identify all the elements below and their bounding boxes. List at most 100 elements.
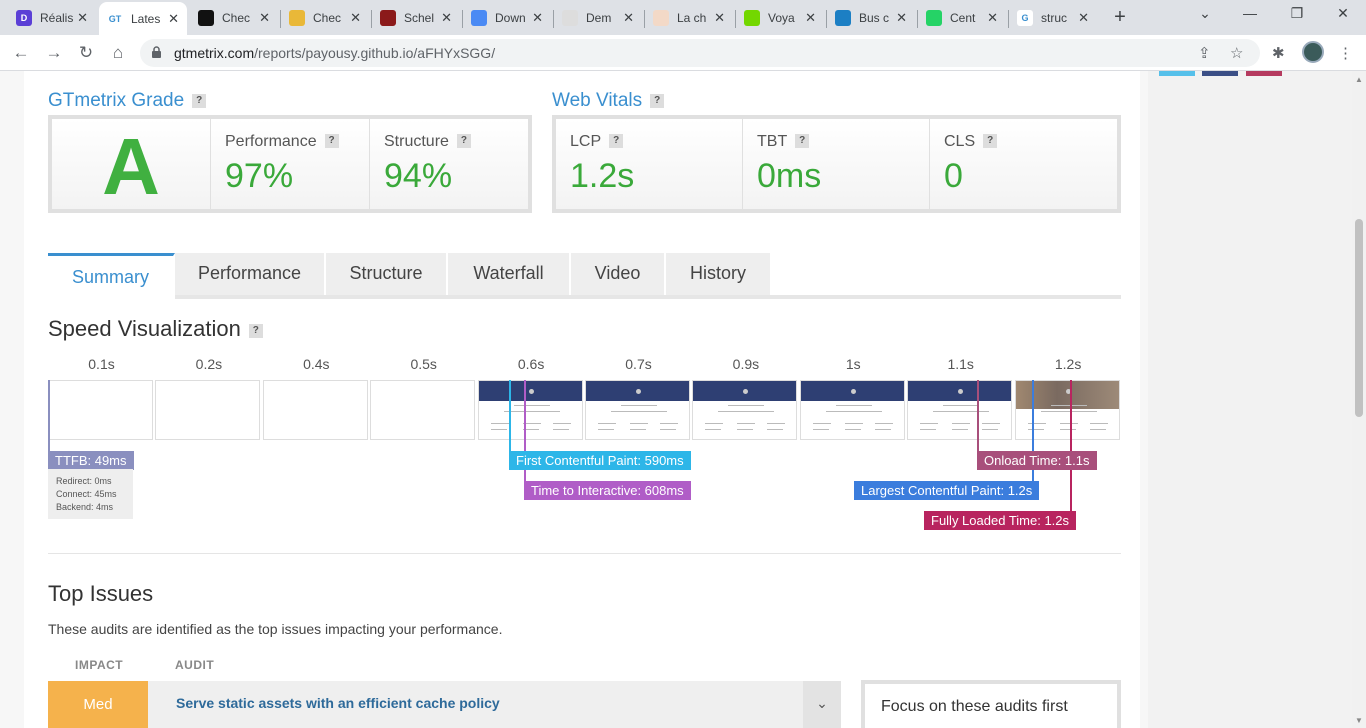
audit-name[interactable]: Serve static assets with an efficient ca… (176, 695, 500, 711)
browser-tab[interactable]: D Réalis ✕ (8, 4, 96, 32)
window-close-icon[interactable]: ✕ (1333, 5, 1353, 22)
browser-tab[interactable]: La ch ✕ (645, 4, 733, 32)
tab-close-icon[interactable]: ✕ (259, 10, 270, 26)
frame-text-line (490, 429, 507, 430)
browser-tab[interactable]: Schel ✕ (372, 4, 460, 32)
maximize-icon[interactable]: ❐ (1287, 5, 1307, 22)
filmstrip-frame[interactable] (1014, 380, 1120, 440)
frame-time-label: 1s (845, 356, 861, 372)
home-icon[interactable]: ⌂ (106, 41, 130, 65)
connect-time: Connect: 45ms (56, 489, 117, 499)
filmstrip-frame[interactable] (262, 380, 368, 440)
help-icon[interactable]: ? (248, 324, 263, 338)
bookmark-star-icon[interactable]: ☆ (1230, 44, 1243, 62)
tab-close-icon[interactable]: ✕ (441, 10, 452, 26)
cls-cell: CLS? 0 (930, 119, 1117, 209)
frame-text-line (920, 429, 937, 430)
filmstrip-frame[interactable] (585, 380, 690, 440)
chevron-down-icon[interactable]: ⌄ (803, 681, 841, 728)
scroll-thumb[interactable] (1355, 219, 1363, 417)
help-icon[interactable]: ? (609, 134, 624, 148)
browser-tab[interactable]: Voya ✕ (736, 4, 824, 32)
tab-close-icon[interactable]: ✕ (805, 10, 816, 26)
help-icon[interactable]: ? (456, 134, 471, 148)
scroll-up-icon[interactable]: ▲ (1355, 75, 1363, 84)
web-vitals-title: Web Vitals? (552, 90, 665, 112)
frame-text-line (598, 423, 616, 424)
performance-cell: Performance? 97% (211, 119, 370, 209)
filmstrip-frame[interactable] (907, 380, 1013, 440)
fcp-marker: First Contentful Paint: 590ms (509, 451, 691, 470)
tab-close-icon[interactable]: ✕ (623, 10, 634, 26)
tab-close-icon[interactable]: ✕ (987, 10, 998, 26)
tab-history[interactable]: History (666, 253, 772, 295)
filmstrip-frame[interactable] (477, 380, 583, 440)
help-icon[interactable]: ? (983, 134, 998, 148)
page-scrollbar[interactable]: ▲ ▼ (1352, 71, 1366, 728)
tab-structure[interactable]: Structure (326, 253, 448, 295)
forward-icon[interactable]: → (42, 41, 66, 65)
browser-tab[interactable]: Chec ✕ (281, 4, 369, 32)
lcp-label-text: LCP (570, 133, 602, 150)
help-icon[interactable]: ? (192, 94, 207, 108)
tab-close-icon[interactable]: ✕ (532, 10, 543, 26)
tab-video[interactable]: Video (571, 253, 666, 295)
tab-separator (371, 10, 372, 28)
help-icon[interactable]: ? (324, 134, 339, 148)
frame-text-line (812, 429, 829, 430)
frame-logo (850, 389, 856, 394)
frame-text-line (874, 423, 893, 424)
share-icon[interactable]: ⇪ (1198, 44, 1211, 62)
tbt-label: TBT? (757, 133, 810, 151)
profile-avatar[interactable] (1302, 41, 1324, 63)
lcp-cell: LCP? 1.2s (556, 119, 743, 209)
tab-close-icon[interactable]: ✕ (168, 11, 179, 27)
structure-cell: Structure? 94% (370, 119, 528, 209)
report-tabs: Summary Performance Structure Waterfall Vide… (48, 253, 1121, 299)
other-share-button[interactable] (1246, 71, 1282, 76)
ttfb-breakdown: Redirect: 0ms Connect: 45ms Backend: 4ms (48, 469, 133, 519)
browser-tab[interactable]: Bus c ✕ (827, 4, 915, 32)
frame-text-line (920, 423, 939, 424)
address-bar[interactable]: gtmetrix.com/reports/payousy.github.io/a… (140, 39, 1260, 67)
help-icon[interactable]: ? (650, 94, 665, 108)
extensions-icon[interactable]: ✱ (1272, 44, 1285, 62)
tab-summary[interactable]: Summary (48, 253, 175, 299)
facebook-share-button[interactable] (1202, 71, 1238, 76)
filmstrip-frame[interactable] (799, 380, 905, 440)
frame-text-line (598, 429, 614, 430)
menu-icon[interactable]: ⋮ (1338, 44, 1353, 62)
new-tab-button[interactable]: + (1110, 6, 1130, 29)
tab-performance[interactable]: Performance (175, 253, 326, 295)
tab-close-icon[interactable]: ✕ (714, 10, 725, 26)
tab-close-icon[interactable]: ✕ (1078, 10, 1089, 26)
browser-tab[interactable]: Gstruc ✕ (1009, 4, 1097, 32)
frame-time-label: 1.2s (1054, 356, 1082, 372)
help-icon[interactable]: ? (795, 134, 810, 148)
scroll-down-icon[interactable]: ▼ (1355, 716, 1363, 725)
filmstrip-frame[interactable] (370, 380, 476, 440)
browser-tab[interactable]: Dem ✕ (554, 4, 642, 32)
tab-close-icon[interactable]: ✕ (77, 10, 88, 26)
impact-column-header: IMPACT (75, 658, 124, 672)
favicon-icon (380, 10, 396, 26)
browser-tab[interactable]: GT Lates ✕ (99, 2, 187, 35)
browser-tab[interactable]: Down ✕ (463, 4, 551, 32)
issue-row[interactable]: Med Serve static assets with an efficien… (48, 681, 841, 728)
browser-tab[interactable]: Chec ✕ (190, 4, 278, 32)
lcp-label: LCP? (570, 133, 624, 151)
filmstrip-frame[interactable] (48, 380, 153, 440)
browser-tab[interactable]: Cent ✕ (918, 4, 1006, 32)
minimize-icon[interactable]: — (1240, 5, 1260, 21)
filmstrip-frame[interactable] (692, 380, 798, 440)
back-icon[interactable]: ← (9, 41, 33, 65)
filmstrip-frame[interactable] (155, 380, 261, 440)
tbt-label-text: TBT (757, 133, 788, 150)
tab-search-icon[interactable]: ⌄ (1195, 5, 1215, 22)
frame-text-line (630, 429, 646, 430)
twitter-share-button[interactable] (1159, 71, 1195, 76)
tab-close-icon[interactable]: ✕ (896, 10, 907, 26)
tab-waterfall[interactable]: Waterfall (448, 253, 571, 295)
tab-close-icon[interactable]: ✕ (350, 10, 361, 26)
reload-icon[interactable]: ↻ (74, 41, 98, 65)
